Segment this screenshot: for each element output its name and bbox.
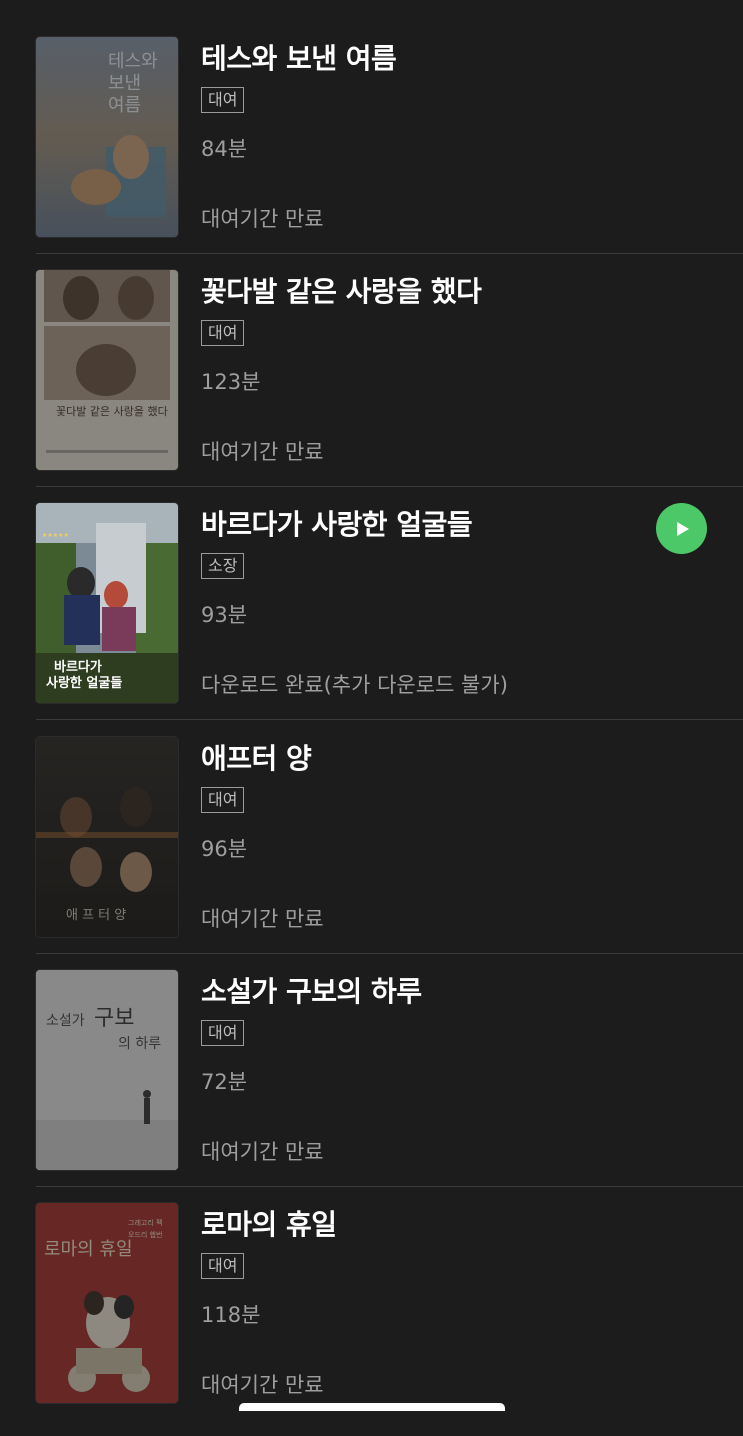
movie-duration: 123분 xyxy=(201,370,261,394)
rental-status: 대여기간 만료 xyxy=(201,907,324,931)
ownership-badge: 소장 xyxy=(201,553,245,579)
movie-duration: 72분 xyxy=(201,1070,248,1094)
svg-text:보낸: 보낸 xyxy=(108,73,141,94)
rental-status: 대여기간 만료 xyxy=(201,207,324,231)
movie-title[interactable]: 소설가 구보의 하루 xyxy=(201,970,422,1010)
movie-title[interactable]: 꽃다발 같은 사랑을 했다 xyxy=(201,270,482,310)
movie-duration: 118분 xyxy=(201,1303,261,1327)
list-item[interactable]: 로마의 휴일 그레고리 펙 오드리 햅번 로마의 휴일 대여 118분 대여기간… xyxy=(36,1203,743,1436)
svg-text:여름: 여름 xyxy=(108,95,141,116)
list-item[interactable]: 애 프 터 양 애프터 양 대여 96분 대여기간 만료 xyxy=(36,737,743,970)
svg-text:애 프 터 양: 애 프 터 양 xyxy=(66,908,126,923)
divider xyxy=(36,486,743,487)
movie-poster[interactable]: 애 프 터 양 xyxy=(36,737,178,937)
download-status: 다운로드 완료(추가 다운로드 불가) xyxy=(201,673,508,697)
list-item[interactable]: 테스와 보낸 여름 테스와 보낸 여름 대여 84분 대여기간 만료 xyxy=(36,37,743,270)
svg-text:테스와: 테스와 xyxy=(108,51,158,72)
divider xyxy=(36,253,743,254)
movie-duration: 96분 xyxy=(201,837,248,861)
svg-text:꽃다발 같은 사랑을 했다: 꽃다발 같은 사랑을 했다 xyxy=(56,405,168,418)
ownership-badge: 대여 xyxy=(201,320,245,346)
ownership-badge: 대여 xyxy=(201,787,245,813)
movie-duration: 84분 xyxy=(201,137,248,161)
rental-status: 대여기간 만료 xyxy=(201,1373,324,1397)
divider xyxy=(36,719,743,720)
movie-title[interactable]: 바르다가 사랑한 얼굴들 xyxy=(201,503,473,543)
divider xyxy=(36,953,743,954)
rental-status: 대여기간 만료 xyxy=(201,440,324,464)
movie-poster[interactable]: 꽃다발 같은 사랑을 했다 xyxy=(36,270,178,470)
svg-text:로마의 휴일: 로마의 휴일 xyxy=(44,1239,133,1260)
home-indicator[interactable] xyxy=(239,1403,505,1411)
list-item[interactable]: 소설가 구보 의 하루 소설가 구보의 하루 대여 72분 대여기간 만료 xyxy=(36,970,743,1203)
movie-title[interactable]: 로마의 휴일 xyxy=(201,1203,337,1243)
rental-status: 대여기간 만료 xyxy=(201,1140,324,1164)
svg-text:구보: 구보 xyxy=(94,1006,134,1031)
svg-text:오드리 햅번: 오드리 햅번 xyxy=(128,1230,162,1239)
svg-text:의 하루: 의 하루 xyxy=(118,1036,161,1052)
svg-text:★★★★★: ★★★★★ xyxy=(42,532,69,539)
movie-poster[interactable]: 로마의 휴일 그레고리 펙 오드리 햅번 xyxy=(36,1203,178,1403)
svg-text:소설가: 소설가 xyxy=(46,1013,85,1029)
list-item[interactable]: 꽃다발 같은 사랑을 했다 꽃다발 같은 사랑을 했다 대여 123분 대여기간… xyxy=(36,270,743,503)
movie-poster[interactable]: 소설가 구보 의 하루 xyxy=(36,970,178,1170)
svg-text:바르다가: 바르다가 xyxy=(54,659,102,675)
movie-poster[interactable]: 테스와 보낸 여름 xyxy=(36,37,178,237)
list-item[interactable]: 바르다가 사랑한 얼굴들 ★★★★★ 바르다가 사랑한 얼굴들 소장 93분 다… xyxy=(36,503,743,736)
movie-poster[interactable]: 바르다가 사랑한 얼굴들 ★★★★★ xyxy=(36,503,178,703)
movie-duration: 93분 xyxy=(201,603,248,627)
svg-text:사랑한 얼굴들: 사랑한 얼굴들 xyxy=(46,675,122,691)
divider xyxy=(36,1186,743,1187)
movie-title[interactable]: 애프터 양 xyxy=(201,737,312,777)
ownership-badge: 대여 xyxy=(201,1253,245,1279)
ownership-badge: 대여 xyxy=(201,1020,245,1046)
ownership-badge: 대여 xyxy=(201,87,245,113)
play-button[interactable] xyxy=(656,503,707,554)
movie-title[interactable]: 테스와 보낸 여름 xyxy=(201,37,397,77)
play-icon xyxy=(676,521,689,536)
svg-text:그레고리 펙: 그레고리 펙 xyxy=(128,1218,162,1227)
